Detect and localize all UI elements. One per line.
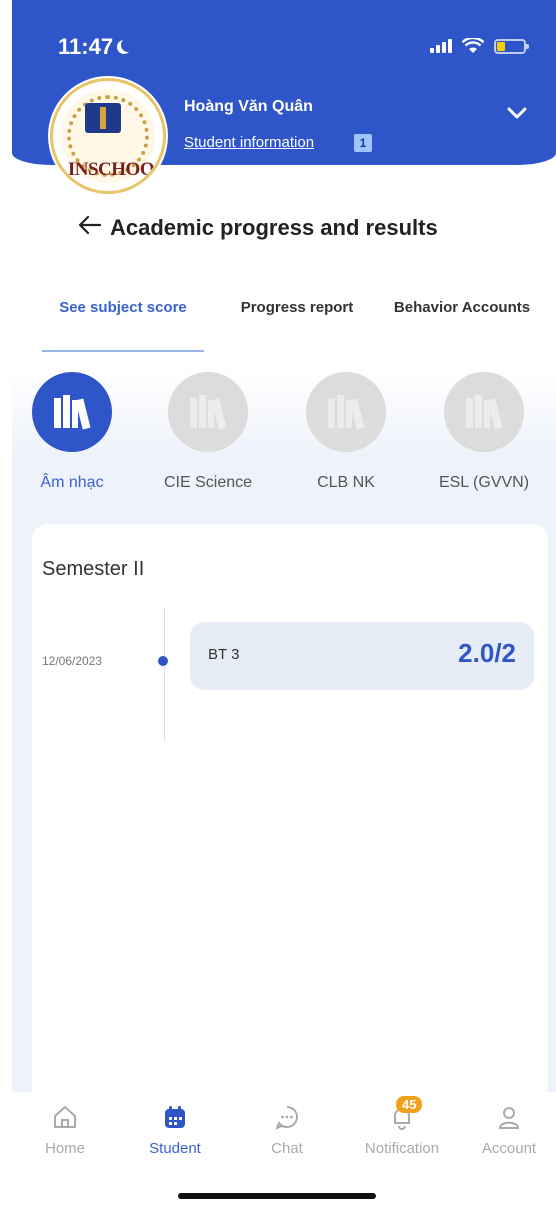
home-indicator[interactable] bbox=[178, 1193, 376, 1199]
entry-date: 12/06/2023 bbox=[42, 654, 103, 668]
active-tab-indicator bbox=[42, 350, 204, 352]
timeline-dot bbox=[158, 656, 168, 666]
assignment-name: BT 3 bbox=[208, 646, 240, 663]
page-title: Academic progress and results bbox=[110, 215, 438, 240]
nav-chat[interactable]: Chat bbox=[242, 1100, 332, 1157]
nav-student[interactable]: Student bbox=[130, 1100, 220, 1157]
status-icons bbox=[430, 38, 529, 54]
page-title-row: Academic progress and results bbox=[78, 214, 438, 242]
status-time-text: 11:47 bbox=[58, 34, 114, 59]
nav-label: Notification bbox=[364, 1140, 440, 1157]
chat-icon bbox=[242, 1100, 332, 1134]
calendar-icon bbox=[130, 1100, 220, 1134]
subject-label: CIE Science bbox=[163, 474, 253, 491]
school-logo: INSCHOO bbox=[50, 78, 166, 194]
bell-icon: 45 bbox=[352, 1096, 452, 1134]
user-icon bbox=[464, 1100, 554, 1134]
notification-count-badge: 45 bbox=[396, 1096, 423, 1113]
subject-label: CLB NK bbox=[317, 474, 375, 491]
do-not-disturb-icon bbox=[121, 38, 135, 52]
home-icon bbox=[20, 1100, 110, 1134]
student-info-badge: 1 bbox=[354, 134, 372, 152]
subject-label: ESL (GVVN) bbox=[438, 474, 530, 491]
subject-am-nhac[interactable]: Âm nhạc bbox=[12, 372, 132, 492]
status-bar-time: 11:47 bbox=[58, 34, 135, 60]
books-icon bbox=[168, 372, 248, 452]
signal-icon bbox=[430, 39, 452, 53]
app-screen: 11:47 INSCHOO Hoàng Văn Quân Student inf… bbox=[12, 0, 556, 1207]
nav-home[interactable]: Home bbox=[20, 1100, 110, 1157]
student-information-link[interactable]: Student information bbox=[184, 134, 314, 151]
chevron-down-icon[interactable] bbox=[506, 102, 528, 124]
tab-progress-report[interactable]: Progress report bbox=[222, 296, 372, 320]
timeline-line bbox=[164, 608, 165, 742]
bottom-navigation: Home Student Chat 45 Notification Accoun… bbox=[12, 1092, 556, 1182]
logo-text: INSCHOO bbox=[67, 159, 155, 180]
battery-icon bbox=[494, 38, 529, 54]
subject-esl-gvvn[interactable]: ESL (GVVN) bbox=[424, 372, 544, 492]
books-icon bbox=[306, 372, 386, 452]
wifi-icon bbox=[462, 38, 484, 54]
tab-see-subject-score[interactable]: See subject score bbox=[42, 296, 204, 320]
semester-title: Semester II bbox=[42, 558, 145, 580]
tab-behavior-accounts[interactable]: Behavior Accounts bbox=[392, 296, 532, 320]
tab-bar: See subject score Progress report Behavi… bbox=[12, 296, 556, 356]
subject-clb-nk[interactable]: CLB NK bbox=[286, 372, 406, 492]
nav-notification[interactable]: 45 Notification bbox=[352, 1096, 452, 1157]
subject-cie-science[interactable]: CIE Science bbox=[148, 372, 268, 492]
nav-label: Student bbox=[149, 1140, 201, 1157]
nav-account[interactable]: Account bbox=[464, 1100, 554, 1157]
back-arrow-icon[interactable] bbox=[78, 214, 102, 242]
books-icon bbox=[444, 372, 524, 452]
nav-label: Account bbox=[481, 1140, 537, 1157]
student-name: Hoàng Văn Quân bbox=[184, 98, 313, 115]
assignment-score: 2.0/2 bbox=[458, 638, 516, 668]
score-card: Semester II 12/06/2023 BT 3 2.0/2 bbox=[32, 524, 548, 1104]
books-icon bbox=[32, 372, 112, 452]
score-entry[interactable]: BT 3 2.0/2 bbox=[190, 622, 534, 690]
nav-label: Chat bbox=[271, 1140, 303, 1157]
subject-label: Âm nhạc bbox=[40, 474, 104, 491]
nav-label: Home bbox=[44, 1140, 85, 1157]
